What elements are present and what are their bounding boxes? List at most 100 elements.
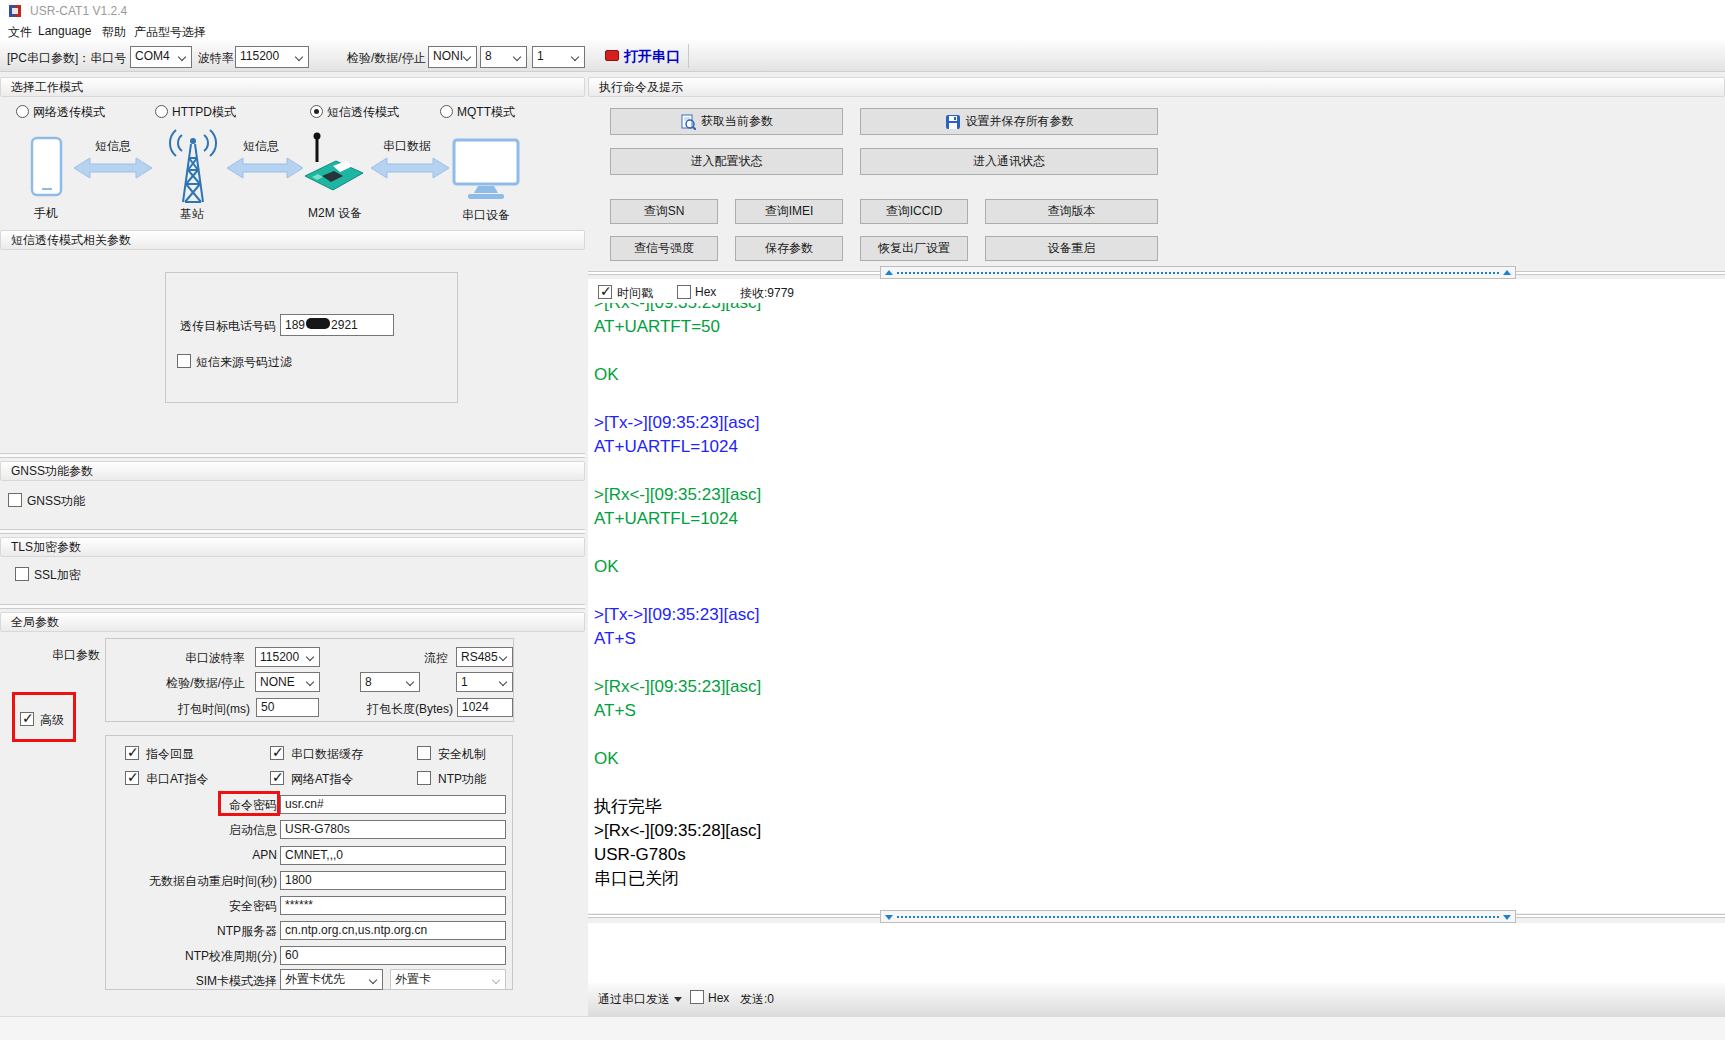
gnss-checkbox[interactable]: [8, 493, 22, 507]
log-splitter-handle[interactable]: [880, 266, 1516, 279]
cmd-echo-checkbox[interactable]: [125, 746, 139, 760]
boot-info-input[interactable]: USR-G780s: [280, 820, 506, 839]
log-line: OK: [594, 363, 761, 387]
query-signal-button[interactable]: 查信号强度: [610, 236, 718, 261]
menu-item-product-model[interactable]: 产品型号选择: [134, 24, 206, 41]
enter-comm-button[interactable]: 进入通讯状态: [860, 148, 1158, 175]
log-line: USR-G780s: [594, 843, 761, 867]
log-line: >[Rx<-][09:35:23][asc]: [594, 675, 761, 699]
radio-sms-mode[interactable]: [310, 105, 323, 118]
ntp-server-input[interactable]: cn.ntp.org.cn,us.ntp.org.cn: [280, 921, 506, 940]
security-password-input[interactable]: ******: [280, 896, 506, 915]
set-save-params-button[interactable]: 设置并保存所有参数: [860, 108, 1158, 135]
arrow-icon: [73, 155, 153, 181]
log-line: [594, 771, 761, 795]
serial-stopbits-select[interactable]: 1: [456, 672, 513, 692]
diagram-node-serial-device: 串口设备: [462, 207, 510, 224]
menu-item-help[interactable]: 帮助: [102, 24, 126, 41]
log-hex-label: Hex: [695, 285, 716, 299]
log-line: [594, 651, 761, 675]
tower-icon: [158, 126, 228, 206]
save-icon: [945, 114, 961, 130]
com-port-select[interactable]: COM4: [130, 46, 192, 68]
menu-item-file[interactable]: 文件: [8, 24, 32, 41]
ntp-checkbox[interactable]: [417, 771, 431, 785]
device-restart-button[interactable]: 设备重启: [985, 236, 1158, 261]
parity-label: 检验/数据/停止: [347, 50, 426, 67]
flow-select[interactable]: RS485: [456, 647, 513, 667]
sim-mode-select[interactable]: 外置卡优先: [280, 969, 383, 990]
log-area[interactable]: >[Rx<-][09:35:23][asc]AT+UARTFT=50OK>[Tx…: [588, 279, 1725, 913]
baud-select[interactable]: 115200: [235, 46, 309, 68]
diagram-link-sms1: 短信息: [95, 138, 131, 155]
serial-params-label: 串口参数: [52, 647, 100, 664]
section-separator: [0, 529, 585, 534]
menu-item-language[interactable]: Language: [38, 24, 91, 38]
log-line: [594, 579, 761, 603]
auto-restart-input[interactable]: 1800: [280, 871, 506, 890]
apn-input[interactable]: CMNET,,,0: [280, 846, 506, 865]
arrow-icon: [226, 155, 304, 181]
send-input-area[interactable]: [588, 923, 1725, 983]
timestamp-label: 时间戳: [617, 285, 653, 302]
diagram-node-phone: 手机: [34, 205, 58, 222]
send-hex-checkbox[interactable]: [690, 990, 704, 1004]
ntp-server-label: NTP服务器: [105, 923, 277, 940]
radio-mqtt-mode[interactable]: [440, 105, 453, 118]
log-line: [594, 531, 761, 555]
work-mode-header: 选择工作模式: [0, 77, 585, 97]
save-params-button[interactable]: 保存参数: [735, 236, 843, 261]
status-bar: [0, 1016, 1725, 1040]
security-password-label: 安全密码: [105, 898, 277, 915]
enter-config-button[interactable]: 进入配置状态: [610, 148, 843, 175]
log-line: >[Rx<-][09:35:28][asc]: [594, 819, 761, 843]
timestamp-checkbox[interactable]: [598, 285, 612, 299]
get-params-button[interactable]: 获取当前参数: [610, 108, 843, 135]
serial-baud-label: 串口波特率: [110, 650, 245, 667]
net-at-checkbox[interactable]: [270, 771, 284, 785]
cmd-password-input[interactable]: usr.cn#: [280, 795, 506, 814]
query-version-button[interactable]: 查询版本: [985, 199, 1158, 224]
sms-source-filter-label: 短信来源号码过滤: [196, 354, 292, 371]
stopbits-select[interactable]: 1: [532, 46, 585, 68]
baud-label: 波特率: [198, 50, 234, 67]
log-hex-checkbox[interactable]: [677, 285, 691, 299]
redaction-blob: [306, 318, 330, 329]
databits-select[interactable]: 8: [480, 46, 527, 68]
radio-httpd-mode[interactable]: [155, 105, 168, 118]
parity-select[interactable]: NONI: [428, 46, 477, 68]
security-mech-checkbox[interactable]: [417, 746, 431, 760]
ssl-checkbox[interactable]: [15, 567, 29, 581]
log-line: [594, 723, 761, 747]
ntp-period-input[interactable]: 60: [280, 946, 506, 965]
app-icon: [8, 4, 22, 18]
flow-label: 流控: [400, 650, 448, 667]
toolbar-separator: [688, 44, 689, 68]
query-imei-button[interactable]: 查询IMEI: [735, 199, 843, 224]
radio-httpd-mode-label: HTTPD模式: [172, 104, 236, 121]
pack-len-input[interactable]: 1024: [457, 698, 513, 717]
serial-cache-checkbox[interactable]: [270, 746, 284, 760]
open-serial-button[interactable]: 打开串口: [624, 48, 680, 66]
serial-baud-select[interactable]: 115200: [255, 647, 320, 667]
sim-mode2-select[interactable]: 外置卡: [390, 969, 506, 990]
radio-net-mode[interactable]: [16, 105, 29, 118]
serial-parity-select[interactable]: NONE: [255, 672, 320, 692]
phone-icon: [30, 136, 64, 198]
tls-header: TLS加密参数: [0, 537, 585, 557]
send-splitter-handle[interactable]: [880, 910, 1516, 923]
serial-databits-select[interactable]: 8: [360, 672, 420, 692]
sms-source-filter-checkbox[interactable]: [177, 354, 191, 368]
radio-sms-mode-label: 短信透传模式: [327, 104, 399, 121]
factory-reset-button[interactable]: 恢复出厂设置: [860, 236, 968, 261]
diagram-node-m2m: M2M 设备: [308, 205, 362, 222]
send-via-serial-button[interactable]: 通过串口发送: [598, 991, 670, 1008]
query-iccid-button[interactable]: 查询ICCID: [860, 199, 968, 224]
serial-at-checkbox[interactable]: [125, 771, 139, 785]
phone-number-input[interactable]: 1892921: [280, 314, 394, 336]
advanced-checkbox[interactable]: [20, 712, 34, 726]
send-dropdown-caret[interactable]: [674, 997, 682, 1002]
query-sn-button[interactable]: 查询SN: [610, 199, 718, 224]
toolbar: [PC串口参数]：串口号 COM4 波特率 115200 检验/数据/停止 NO…: [0, 40, 1725, 72]
gnss-checkbox-label: GNSS功能: [27, 493, 85, 510]
